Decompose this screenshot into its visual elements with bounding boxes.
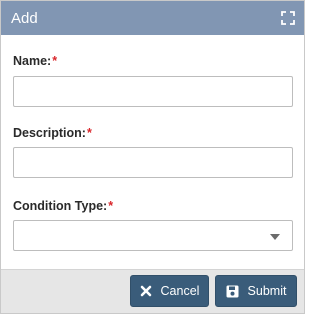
- required-marker: *: [52, 54, 58, 68]
- name-input[interactable]: [13, 76, 293, 107]
- add-dialog: Add Name:* Description:* Condition Type:…: [0, 0, 305, 314]
- condition-type-select[interactable]: [13, 220, 293, 251]
- close-icon: [140, 285, 152, 297]
- submit-button[interactable]: Submit: [215, 275, 297, 307]
- description-input[interactable]: [13, 147, 293, 178]
- name-label-text: Name:: [13, 54, 52, 68]
- dialog-footer: Cancel Submit: [1, 269, 304, 313]
- required-marker: *: [86, 126, 92, 140]
- name-label: Name:*: [13, 54, 57, 68]
- save-icon: [226, 285, 239, 298]
- dialog-title: Add: [11, 9, 38, 27]
- description-label: Description:*: [13, 126, 92, 140]
- dialog-titlebar: Add: [1, 1, 304, 35]
- condition-type-label: Condition Type:*: [13, 199, 113, 213]
- chevron-down-icon[interactable]: [270, 234, 280, 240]
- submit-button-label: Submit: [247, 284, 287, 298]
- cancel-button[interactable]: Cancel: [130, 275, 209, 307]
- condition-type-label-text: Condition Type:: [13, 199, 108, 213]
- required-marker: *: [108, 199, 114, 213]
- dialog-content: Name:* Description:* Condition Type:*: [1, 35, 304, 271]
- description-label-text: Description:: [13, 126, 86, 140]
- maximize-icon[interactable]: [280, 10, 296, 26]
- cancel-button-label: Cancel: [160, 284, 200, 298]
